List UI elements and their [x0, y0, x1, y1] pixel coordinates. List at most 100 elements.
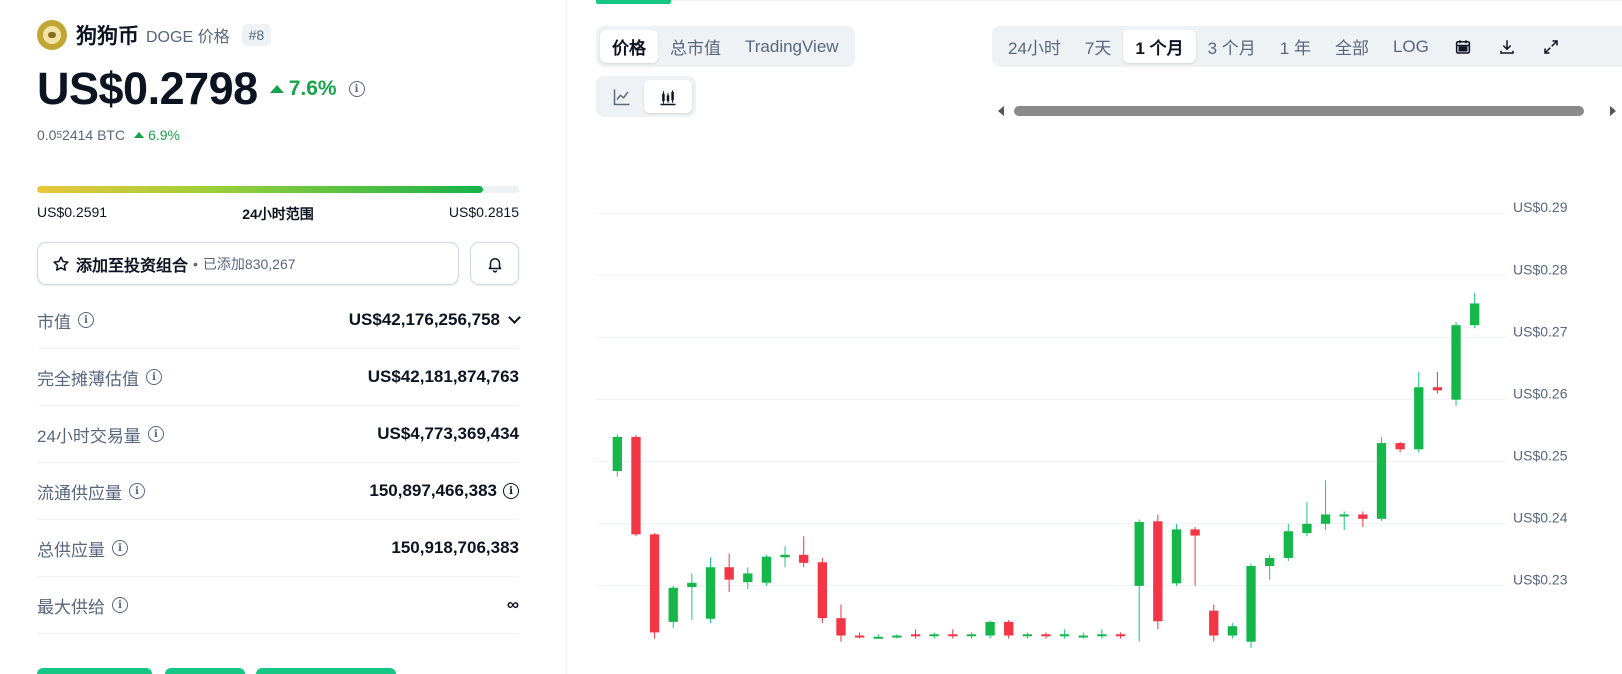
stat-info-icon[interactable]: i [112, 597, 128, 613]
chart-scrollbar[interactable] [998, 104, 1616, 118]
candle-body[interactable] [1153, 521, 1163, 622]
price-row: US$0.2798 7.6% i [37, 63, 365, 114]
candle-body[interactable] [1414, 387, 1424, 450]
candle-body[interactable] [687, 582, 697, 588]
candle-body[interactable] [1134, 521, 1144, 586]
candle-body[interactable] [612, 436, 622, 472]
stat-info-icon[interactable]: i [147, 426, 164, 442]
candle-body[interactable] [929, 634, 939, 637]
candle-body[interactable] [1022, 634, 1033, 637]
candle-body[interactable] [1339, 514, 1349, 517]
btc-change: 6.9% [148, 127, 180, 143]
time-range-option-2[interactable]: 1 个月 [1123, 30, 1196, 63]
candle-body[interactable] [761, 556, 772, 583]
stat-value: 150,897,466,383 [369, 481, 497, 500]
candle-body[interactable] [1246, 566, 1256, 642]
candle-body[interactable] [966, 634, 977, 637]
candle-body[interactable] [780, 554, 790, 558]
panel-divider [566, 0, 567, 674]
time-range-option-6[interactable]: LOG [1381, 30, 1441, 63]
candle-body[interactable] [1004, 621, 1014, 636]
stat-info-icon[interactable]: i [146, 369, 162, 385]
bottom-button-3[interactable] [256, 668, 396, 674]
scroll-right-arrow-icon[interactable] [1610, 106, 1616, 116]
candle-body[interactable] [854, 635, 865, 638]
candle-body[interactable] [910, 634, 921, 637]
price-info-icon[interactable]: i [348, 81, 365, 97]
candle-body[interactable] [705, 567, 716, 619]
price-chart[interactable]: US$0.29 US$0.28 US$0.27 US$0.26 US$0.25 US$0.… [596, 170, 1622, 674]
candle-body[interactable] [1395, 443, 1405, 450]
time-range-option-5[interactable]: 全部 [1323, 30, 1381, 63]
y-tick-label: US$0.23 [1513, 572, 1568, 588]
star-icon [53, 255, 69, 271]
candlestick-chart-toggle[interactable] [644, 80, 692, 113]
chart-style-toggle [596, 76, 696, 117]
scroll-left-arrow-icon[interactable] [998, 106, 1004, 116]
stat-info-icon[interactable]: i [129, 483, 145, 499]
bottom-button-1[interactable] [37, 668, 152, 674]
y-tick-label: US$0.24 [1513, 510, 1568, 526]
price-alert-button[interactable] [470, 242, 519, 285]
candle-body[interactable] [1376, 443, 1387, 519]
candle-body[interactable] [1451, 325, 1461, 400]
bottom-button-2[interactable] [165, 668, 245, 674]
candle-body[interactable] [1283, 531, 1293, 558]
calendar-button[interactable] [1441, 30, 1485, 63]
stat-value-group[interactable]: US$42,176,256,758 [349, 310, 521, 330]
candle-body[interactable] [1470, 303, 1480, 326]
chart-tab-1[interactable]: 总市值 [658, 30, 733, 63]
stat-info-icon[interactable]: i [112, 540, 128, 556]
candle-body[interactable] [1209, 610, 1219, 636]
candle-body[interactable] [799, 554, 809, 563]
chart-tab-0[interactable]: 价格 [600, 30, 658, 63]
candle-body[interactable] [1320, 514, 1331, 524]
candle-body[interactable] [1115, 634, 1126, 637]
candle-body[interactable] [649, 534, 660, 633]
range-low: US$0.2591 [37, 204, 108, 220]
fullscreen-button[interactable] [1529, 30, 1573, 63]
candle-body[interactable] [1190, 529, 1200, 536]
chevron-down-icon[interactable] [508, 311, 521, 324]
candle-body[interactable] [1078, 635, 1088, 638]
candle-body[interactable] [1171, 529, 1182, 584]
y-tick-label: US$0.27 [1513, 323, 1568, 339]
candle-body[interactable] [1265, 557, 1275, 566]
add-to-portfolio-button[interactable]: 添加至投资组合 • 已添加830,267 [37, 242, 459, 285]
candlestick-chart[interactable]: US$0.29 US$0.28 US$0.27 US$0.26 US$0.25 US$0.… [596, 170, 1622, 674]
range-bar-fill [37, 186, 483, 193]
value-info-icon[interactable]: i [503, 483, 519, 499]
candle-body[interactable] [743, 573, 753, 583]
time-range-option-0[interactable]: 24小时 [996, 30, 1073, 63]
stat-label-group: 完全摊薄估值 i [37, 365, 162, 390]
candle-body[interactable] [1059, 634, 1070, 637]
candlestick-chart-icon [660, 89, 676, 105]
chart-tab-2[interactable]: TradingView [733, 30, 851, 63]
candle-body[interactable] [724, 567, 734, 580]
candle-body[interactable] [668, 587, 678, 622]
candle-body[interactable] [1227, 626, 1238, 636]
time-range-option-4[interactable]: 1 年 [1268, 30, 1323, 63]
stat-info-icon[interactable]: i [78, 312, 94, 328]
stat-value-group: ∞ [507, 595, 519, 615]
candle-body[interactable] [631, 436, 641, 535]
line-chart-toggle[interactable] [600, 80, 644, 113]
candle-body[interactable] [1041, 634, 1051, 637]
candle-body[interactable] [817, 562, 827, 619]
time-range-option-3[interactable]: 3 个月 [1196, 30, 1268, 63]
candle-body[interactable] [985, 621, 995, 636]
stat-value: US$42,181,874,763 [367, 367, 519, 386]
candle-body[interactable] [892, 635, 902, 638]
candle-body[interactable] [836, 618, 846, 636]
coin-name: 狗狗币 [76, 25, 139, 48]
time-range-option-1[interactable]: 7天 [1073, 30, 1123, 63]
candle-body[interactable] [1097, 634, 1107, 637]
scrollbar-thumb[interactable] [1014, 106, 1584, 116]
candle-body[interactable] [1358, 514, 1368, 519]
btc-price-prefix: 0.0 [37, 127, 57, 143]
candle-body[interactable] [1432, 387, 1443, 391]
download-button[interactable] [1485, 30, 1529, 63]
candle-body[interactable] [948, 634, 958, 637]
candle-body[interactable] [873, 636, 883, 639]
candle-body[interactable] [1302, 523, 1312, 534]
